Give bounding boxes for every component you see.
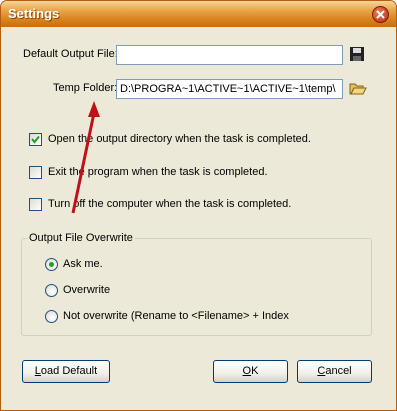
checkmark-icon [31,135,40,144]
temp-folder-field[interactable]: D:\PROGRA~1\ACTIVE~1\ACTIVE~1\temp\ [116,79,343,99]
ask-me-label: Ask me. [63,258,103,270]
turn-off-computer-checkbox[interactable] [29,198,42,211]
open-output-label: Open the output directory when the task … [48,133,311,145]
close-icon [376,10,385,19]
title-bar: Settings [1,1,396,27]
ok-label: K [251,365,259,377]
cancel-label: ancel [325,365,352,377]
exit-program-label: Exit the program when the task is comple… [48,166,268,178]
browse-folder-button[interactable] [349,80,369,98]
selected-dot [49,262,54,267]
turn-off-computer-label: Turn off the computer when the task is c… [48,198,292,210]
overwrite-radio[interactable] [45,284,58,297]
default-output-label: Default Output File: [23,48,118,60]
open-output-checkbox[interactable] [29,133,42,146]
temp-folder-label: Temp Folder: [53,82,118,94]
not-overwrite-label: Not overwrite (Rename to <Filename> + In… [63,310,289,322]
ask-me-radio[interactable] [45,258,58,271]
overwrite-label: Overwrite [63,284,111,296]
save-file-button[interactable] [349,46,369,64]
floppy-disk-icon [350,47,364,61]
cancel-button[interactable]: Cancel [297,360,372,383]
ok-mnemonic: O [242,365,252,377]
load-default-button[interactable]: Load Default [22,360,110,383]
not-overwrite-radio[interactable] [45,310,58,323]
window-title: Settings [8,6,60,21]
exit-program-checkbox[interactable] [29,166,42,179]
settings-dialog: Settings Default Output File: Temp Folde… [0,0,397,411]
default-output-field[interactable] [116,45,343,65]
load-default-label: oad Default [40,365,98,377]
ok-button[interactable]: OK [213,360,288,383]
overwrite-group-title: Output File Overwrite [27,232,135,244]
open-folder-icon [349,83,367,95]
close-button[interactable] [372,6,389,23]
